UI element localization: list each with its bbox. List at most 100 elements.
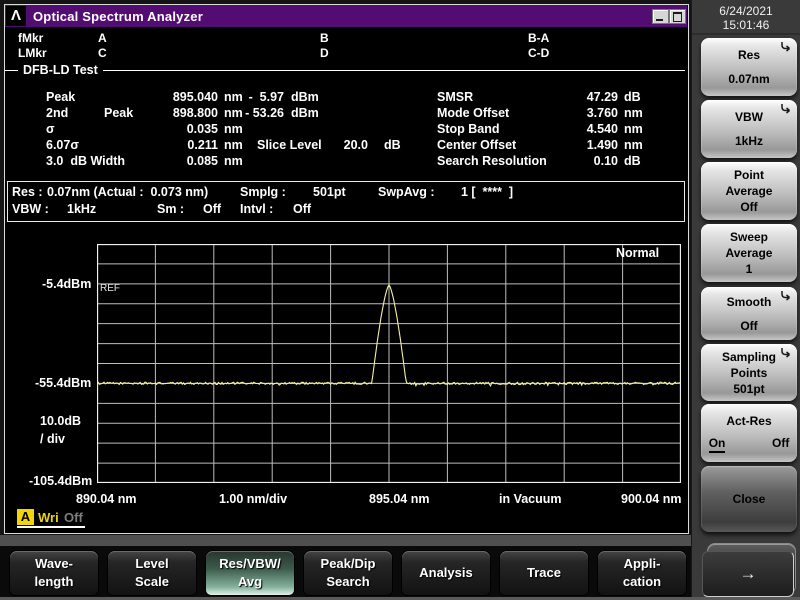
submenu-arrow-icon xyxy=(780,290,793,302)
marker-fmkr-label: fMkr xyxy=(18,31,43,45)
analysis-row: Peak 895.040 nm - 5.97 dBm SMSR 47.29 dB xyxy=(0,90,691,105)
time-label: 15:01:46 xyxy=(692,18,800,32)
result-unit: nm xyxy=(624,122,643,136)
tab-analysis[interactable]: Analysis xyxy=(402,551,490,595)
sweep-settings-box: Res : 0.07nm (Actual : 0.073 nm) Smplg :… xyxy=(7,181,685,222)
y-axis-bottom-label: -105.4dBm xyxy=(29,474,92,488)
analysis-row: 6.07σ 0.211 nm Slice Level 20.0 dB Cente… xyxy=(0,138,691,153)
x-axis-vacuum-label: in Vacuum xyxy=(499,492,562,506)
softkey-value: Off xyxy=(740,200,757,214)
result-value: 47.29 xyxy=(540,90,618,104)
act-res-toggle: On Off xyxy=(703,436,796,453)
tab-label: length xyxy=(35,575,74,589)
result-label: Stop Band xyxy=(437,122,500,136)
grid-lines xyxy=(97,244,681,483)
tab-wavelength[interactable]: Wave- length xyxy=(10,551,98,595)
y-axis-scale-label: 10.0dB xyxy=(40,414,81,428)
maximize-button[interactable] xyxy=(669,9,686,24)
tab-label: Res/VBW/ xyxy=(219,557,280,571)
softkey-res[interactable]: Res 0.07nm xyxy=(701,38,797,96)
marker-ba-label: B-A xyxy=(528,31,549,45)
intvl-setting-value: Off xyxy=(293,202,311,216)
tab-label: Analysis xyxy=(419,566,472,580)
result-wavelength: 0.035 xyxy=(128,122,218,136)
marker-d-label: D xyxy=(320,46,329,60)
softkey-label: Average xyxy=(726,246,773,260)
result-label: 3.0 dB Width xyxy=(46,154,125,168)
result-wavelength: 0.085 xyxy=(128,154,218,168)
result-unit: dB xyxy=(624,154,641,168)
analysis-row: 2nd Peak 898.800 nm - 53.26 dBm Mode Off… xyxy=(0,106,691,121)
x-axis-stop-label: 900.04 nm xyxy=(621,492,681,506)
trace-state-label: Off xyxy=(64,510,83,525)
analysis-row: σ 0.035 nm Stop Band 4.540 nm xyxy=(0,122,691,137)
result-wavelength-unit: nm xyxy=(224,138,243,152)
analysis-row: 3.0 dB Width 0.085 nm Search Resolution … xyxy=(0,154,691,169)
tab-label: Trace xyxy=(527,566,561,580)
date-label: 6/24/2021 xyxy=(692,4,800,18)
result-power: - 5.97 xyxy=(220,90,284,104)
x-axis-div-label: 1.00 nm/div xyxy=(219,492,287,506)
submenu-arrow-icon xyxy=(780,41,793,53)
softkey-act-res[interactable]: Act-Res On Off xyxy=(701,404,797,462)
ref-level-label: REF xyxy=(100,283,120,294)
x-axis-center-label: 895.04 nm xyxy=(369,492,429,506)
trace-legend-underline xyxy=(17,526,85,528)
result-value: 3.760 xyxy=(540,106,618,120)
result-value: 1.490 xyxy=(540,138,618,152)
softkey-label: VBW xyxy=(735,110,763,124)
result-power-unit: dBm xyxy=(291,90,319,104)
result-value: 4.540 xyxy=(540,122,618,136)
softkey-close[interactable]: Close xyxy=(701,466,797,532)
result-label: Mode Offset xyxy=(437,106,509,120)
vbw-setting-value: 1kHz xyxy=(67,202,96,216)
softkey-value: Off xyxy=(740,319,757,333)
result-label: Center Offset xyxy=(437,138,516,152)
vbw-setting-key: VBW : xyxy=(12,202,49,216)
tab-label: Scale xyxy=(135,575,169,589)
result-power: - 53.26 xyxy=(220,106,284,120)
minimize-button[interactable] xyxy=(652,9,669,24)
tab-res-vbw-avg[interactable]: Res/VBW/ Avg xyxy=(206,551,294,595)
trace-mode-label: Normal xyxy=(616,246,659,260)
slice-level-value: 20.0 xyxy=(330,138,368,152)
softkey-vbw[interactable]: VBW 1kHz xyxy=(701,100,797,158)
test-title-rule xyxy=(5,70,685,71)
tab-trace[interactable]: Trace xyxy=(500,551,588,595)
act-res-on-option[interactable]: On xyxy=(709,436,726,453)
window-title: Optical Spectrum Analyzer xyxy=(33,9,203,24)
softkey-smooth[interactable]: Smooth Off xyxy=(701,287,797,340)
marker-b-label: B xyxy=(320,31,329,45)
tab-application[interactable]: Appli- cation xyxy=(598,551,686,595)
softkey-sweep-average[interactable]: Sweep Average 1 xyxy=(701,224,797,282)
softkey-sampling-points[interactable]: Sampling Points 501pt xyxy=(701,344,797,401)
res-setting-key: Res : xyxy=(12,185,43,199)
smplg-setting-value: 501pt xyxy=(313,185,346,199)
result-label: Search Resolution xyxy=(437,154,547,168)
marker-a-label: A xyxy=(98,31,107,45)
tab-label: Appli- xyxy=(624,557,661,571)
softkey-label: Points xyxy=(731,366,768,380)
maximize-icon xyxy=(673,12,682,22)
result-power-unit: dBm xyxy=(291,106,319,120)
softkey-label: Act-Res xyxy=(726,414,771,428)
submenu-arrow-icon xyxy=(780,103,793,115)
tab-peak-dip-search[interactable]: Peak/Dip Search xyxy=(304,551,392,595)
marker-lmkr-label: LMkr xyxy=(18,46,47,60)
tab-label: Level xyxy=(135,557,168,571)
test-title: DFB-LD Test xyxy=(18,63,103,77)
tab-label: Search xyxy=(326,575,369,589)
softkey-value: 1 xyxy=(746,262,753,276)
panel-bottom-strip xyxy=(0,535,691,546)
spectrum-chart xyxy=(97,244,681,483)
smplg-setting-key: Smplg : xyxy=(240,185,286,199)
toolbar-next-page-button[interactable]: → xyxy=(702,551,794,597)
act-res-off-option[interactable]: Off xyxy=(772,436,789,453)
tab-level-scale[interactable]: Level Scale xyxy=(108,551,196,595)
minimize-icon xyxy=(656,19,663,21)
softkey-point-average[interactable]: Point Average Off xyxy=(701,162,797,220)
trace-a-badge[interactable]: A xyxy=(17,509,34,525)
softkey-label: Smooth xyxy=(727,295,772,309)
result-wavelength: 898.800 xyxy=(128,106,218,120)
trace-write-mode-label: Wri xyxy=(38,510,59,525)
